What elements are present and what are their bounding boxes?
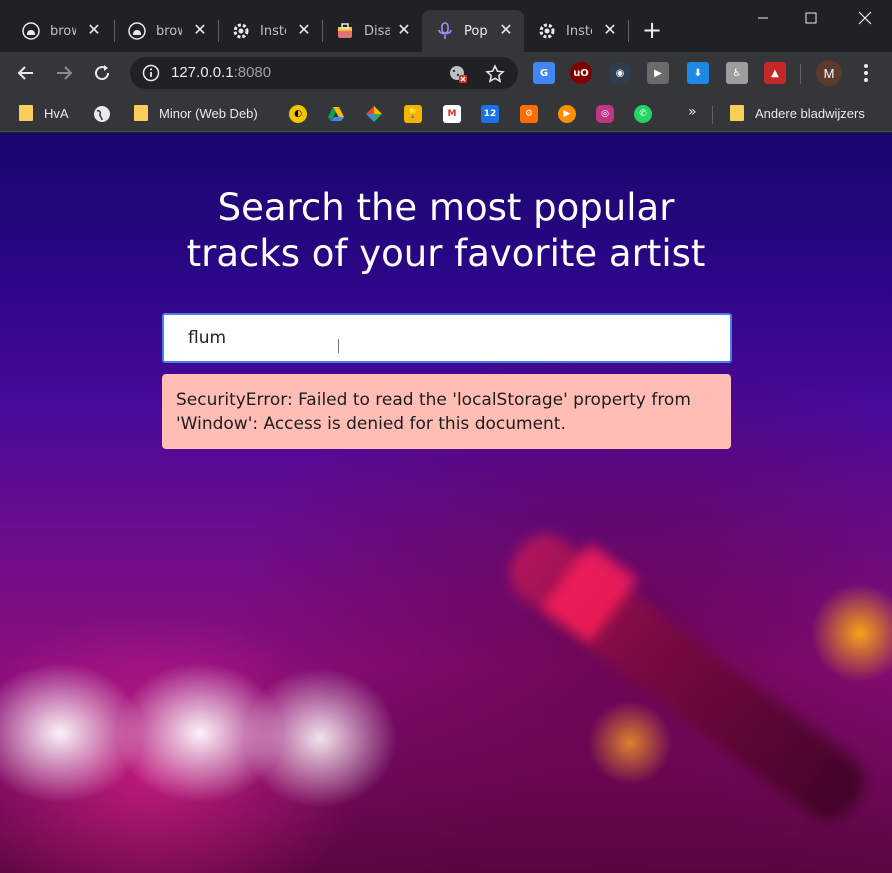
forward-button[interactable] <box>50 59 78 87</box>
tab-title: brow <box>50 23 76 39</box>
briefcase-icon <box>336 22 354 40</box>
title-line-2: tracks of your favorite artist <box>186 232 706 275</box>
app-icon-orange[interactable]: ⚙ <box>520 105 538 123</box>
tab-title: Disa <box>364 23 390 39</box>
toolbar-divider <box>800 64 801 84</box>
calendar-day: 12 <box>483 109 497 119</box>
tab-title: brow <box>156 23 182 39</box>
tab-title: Pop <box>464 23 488 39</box>
video-extension-icon[interactable]: ▶ <box>647 62 669 84</box>
tab-divider <box>628 20 629 42</box>
tab-title: Inste <box>566 23 592 39</box>
download-icon[interactable]: ⬇ <box>687 62 709 84</box>
tab-github-1[interactable]: brow ✕ <box>8 10 112 52</box>
folder-icon <box>18 105 34 121</box>
bookmarks-divider <box>712 106 713 124</box>
google-photos-icon[interactable] <box>365 105 383 123</box>
google-drive-icon[interactable] <box>327 105 345 123</box>
google-keep-icon[interactable]: 💡 <box>404 105 422 123</box>
close-icon[interactable]: ✕ <box>498 22 514 38</box>
gear-icon <box>232 22 250 40</box>
reload-button[interactable] <box>88 59 116 87</box>
new-tab-button[interactable]: + <box>640 18 664 43</box>
accessibility-icon[interactable]: ♿ <box>726 62 748 84</box>
address-bar[interactable]: 127.0.0.1:8080 <box>130 57 518 89</box>
url-port: :8080 <box>233 64 272 81</box>
background-microphone <box>497 523 876 832</box>
arrow-left-icon <box>17 66 33 80</box>
tab-settings-2[interactable]: Inste ✕ <box>524 10 628 52</box>
tab-popular-active[interactable]: Pop ✕ <box>422 10 524 52</box>
folder-icon <box>133 105 149 121</box>
cookie-blocked-icon[interactable] <box>447 63 469 85</box>
tab-disabled[interactable]: Disa ✕ <box>322 10 422 52</box>
close-icon[interactable]: ✕ <box>86 22 102 38</box>
github-icon <box>22 22 40 40</box>
page-content: Search the most popular tracks of your f… <box>0 133 892 873</box>
close-icon[interactable]: ✕ <box>192 22 208 38</box>
text-cursor-icon <box>338 339 344 353</box>
google-calendar-icon[interactable]: 12 <box>481 105 499 123</box>
whatsapp-icon[interactable]: ✆ <box>634 105 652 123</box>
bookmark-label: Minor (Web Deb) <box>159 105 258 121</box>
browser-toolbar: 127.0.0.1:8080 G uO ◉ ▶ ⬇ ♿ ▲ M <box>0 52 892 94</box>
bookmark-folder-minor[interactable]: Minor (Web Deb) <box>133 103 258 123</box>
arrow-right-icon <box>57 66 73 80</box>
analytics-icon[interactable]: ▲ <box>764 62 786 84</box>
bookmarks-overflow-button[interactable]: » <box>688 104 697 120</box>
more-menu-icon[interactable] <box>856 62 876 84</box>
bookmark-label: Andere bladwijzers <box>755 105 865 121</box>
bookmark-folder-other[interactable]: Andere bladwijzers <box>729 103 865 123</box>
url-text: 127.0.0.1:8080 <box>171 64 271 81</box>
back-button[interactable] <box>12 59 40 87</box>
chat-app-icon[interactable]: ▶ <box>558 105 576 123</box>
tab-settings-1[interactable]: Inste ✕ <box>218 10 322 52</box>
reload-icon <box>95 65 110 81</box>
ublock-icon[interactable]: uO <box>570 62 592 84</box>
close-icon[interactable]: ✕ <box>396 22 412 38</box>
bookmark-folder-hva[interactable]: HvA <box>18 103 69 123</box>
bookmark-star-icon[interactable] <box>484 63 506 85</box>
profile-avatar[interactable]: M <box>816 60 842 86</box>
minimize-button[interactable] <box>740 0 786 36</box>
gear-icon <box>538 22 556 40</box>
close-icon[interactable]: ✕ <box>296 22 312 38</box>
google-translate-icon[interactable]: G <box>533 62 555 84</box>
close-icon[interactable]: ✕ <box>602 22 618 38</box>
url-host: 127.0.0.1 <box>171 64 234 81</box>
gmail-icon[interactable]: M <box>443 105 461 123</box>
artist-search-input[interactable] <box>162 313 732 363</box>
minimize-icon <box>758 17 768 19</box>
tab-strip: brow ✕ brow ✕ Inste ✕ Disa ✕ Pop ✕ <box>0 0 892 52</box>
title-line-1: Search the most popular <box>217 186 675 229</box>
close-icon <box>858 11 872 25</box>
info-icon[interactable] <box>142 64 160 82</box>
close-window-button[interactable] <box>842 0 888 36</box>
maximize-icon <box>805 12 817 24</box>
page-title: Search the most popular tracks of your f… <box>0 185 892 277</box>
instagram-icon[interactable]: ◎ <box>596 105 614 123</box>
error-message: SecurityError: Failed to read the 'local… <box>162 374 731 449</box>
maximize-button[interactable] <box>788 0 834 36</box>
folder-icon <box>729 105 745 121</box>
ghostery-icon[interactable]: ◉ <box>609 62 631 84</box>
tab-github-2[interactable]: brow ✕ <box>114 10 218 52</box>
bookmark-label: HvA <box>44 105 69 121</box>
github-icon <box>128 22 146 40</box>
hva-logo-icon[interactable]: ◐ <box>289 105 307 123</box>
globe-icon[interactable] <box>93 105 111 123</box>
microphone-icon <box>436 22 454 40</box>
tab-title: Inste <box>260 23 286 39</box>
bookmarks-bar: HvA Minor (Web Deb) ◐ 💡 M 12 ⚙ ▶ ◎ ✆ » A… <box>0 94 892 132</box>
